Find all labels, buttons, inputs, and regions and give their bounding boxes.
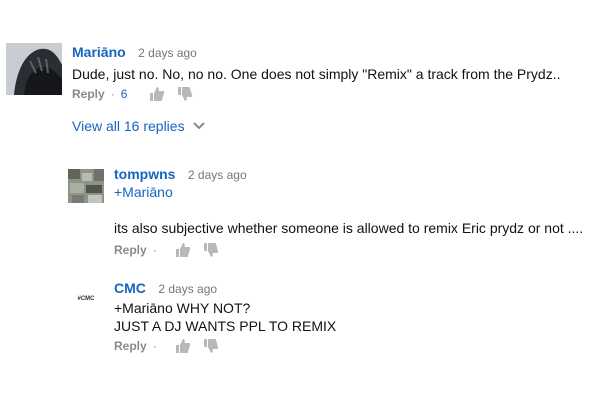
- thumbs-down-icon[interactable]: [203, 242, 219, 258]
- avatar[interactable]: #CMC: [68, 282, 104, 316]
- reply-author[interactable]: CMC: [114, 280, 146, 296]
- separator-dot: ·: [110, 87, 115, 101]
- avatar[interactable]: [68, 169, 104, 203]
- separator-dot: ·: [152, 339, 157, 353]
- avatar[interactable]: [6, 43, 62, 95]
- reply-timestamp[interactable]: 2 days ago: [158, 282, 217, 296]
- reply-text-line-2: JUST A DJ WANTS PPL TO REMIX: [114, 318, 337, 334]
- comment-author[interactable]: Mariāno: [72, 44, 126, 60]
- thumbs-up-icon[interactable]: [175, 242, 191, 258]
- chevron-down-icon: [192, 122, 205, 130]
- reply-text-line-1: +Mariāno WHY NOT?: [114, 300, 251, 316]
- like-count: 6: [120, 87, 128, 101]
- reply-button[interactable]: Reply: [114, 339, 147, 353]
- reply-button[interactable]: Reply: [72, 87, 105, 101]
- view-replies-label: View all 16 replies: [72, 118, 185, 134]
- reply-button[interactable]: Reply: [114, 243, 147, 257]
- comment-timestamp[interactable]: 2 days ago: [138, 46, 197, 60]
- comment-text: Dude, just no. No, no no. One does not s…: [72, 66, 561, 82]
- thumbs-up-icon[interactable]: [149, 86, 165, 102]
- mention-link[interactable]: +Mariāno: [114, 184, 173, 200]
- thumbs-down-icon[interactable]: [177, 86, 193, 102]
- thumbs-down-icon[interactable]: [203, 338, 219, 354]
- reply-timestamp[interactable]: 2 days ago: [188, 168, 247, 182]
- view-all-replies-button[interactable]: View all 16 replies: [72, 118, 205, 134]
- reply-author[interactable]: tompwns: [114, 166, 175, 182]
- thumbs-up-icon[interactable]: [175, 338, 191, 354]
- separator-dot: ·: [152, 243, 157, 257]
- reply-text: its also subjective whether someone is a…: [114, 220, 584, 236]
- avatar-label: #CMC: [77, 296, 95, 302]
